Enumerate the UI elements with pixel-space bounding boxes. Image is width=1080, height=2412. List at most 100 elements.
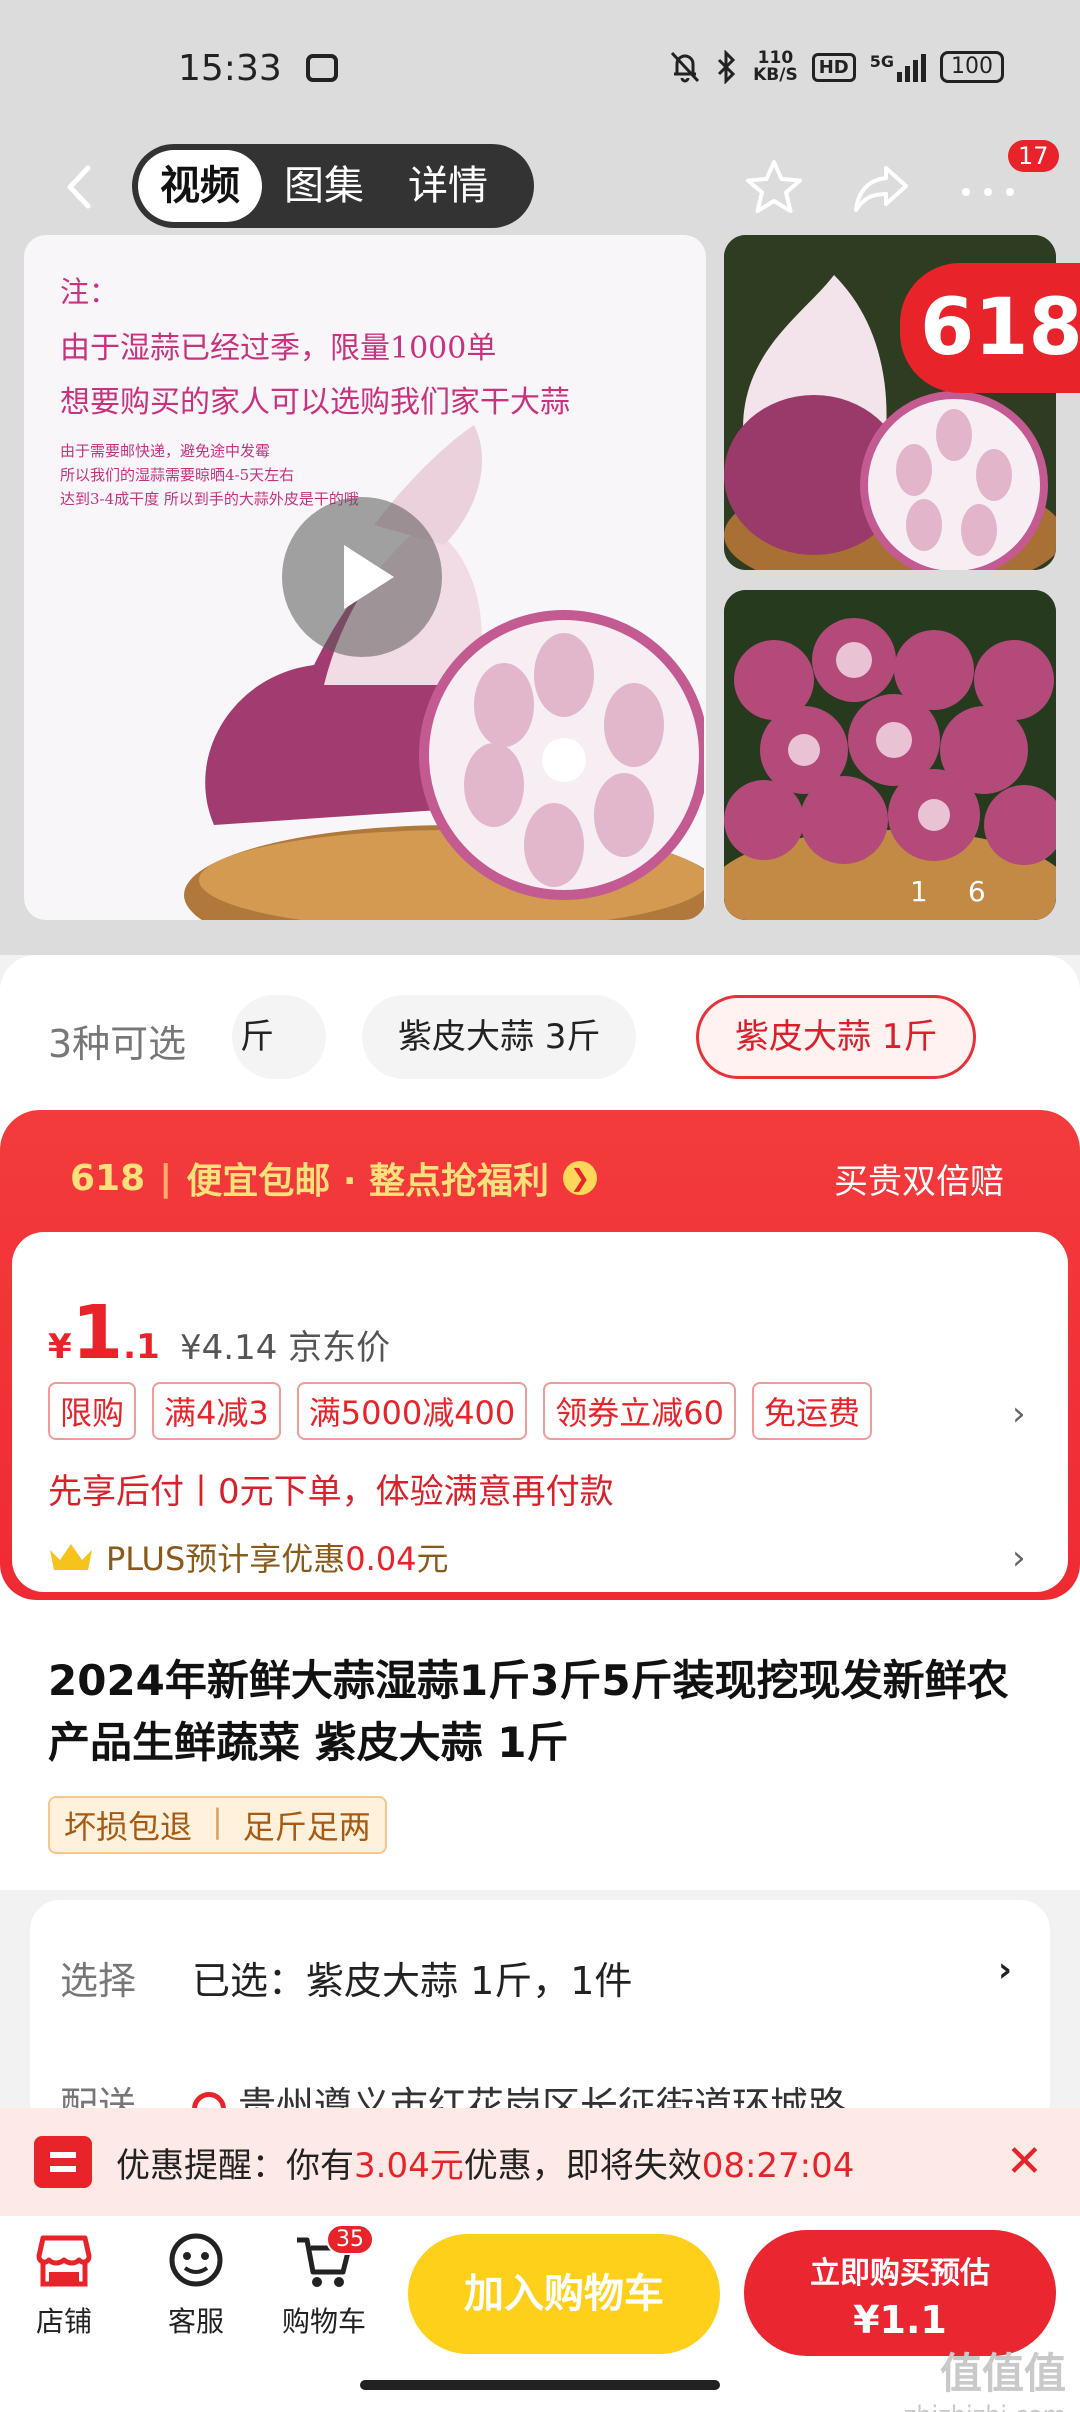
promo-section: 618 | 便宜包邮 · 整点抢福利 ❯ 买贵双倍赔 ¥1.1 ¥4.14 京东… — [0, 1110, 1080, 1620]
promo-event: 618 — [70, 1157, 146, 1199]
cart-count-badge: 35 — [326, 2224, 374, 2255]
currency-symbol: ¥ — [48, 1327, 72, 1367]
chevron-right-icon[interactable]: › — [1012, 1394, 1026, 1434]
store-button[interactable]: 店铺 — [4, 2230, 124, 2340]
bluetooth-icon — [718, 50, 736, 84]
price: ¥1.1 — [48, 1290, 160, 1376]
status-bar: 15:33 110 KB/S HD 5G 100 — [0, 0, 1080, 140]
pay-later-info[interactable]: 先享后付丨0元下单，体验满意再付款 — [48, 1464, 614, 1513]
customer-service-label: 客服 — [167, 2305, 224, 2338]
reminder-text: 优惠提醒：你有3.04元优惠，即将失效08:27:04 — [116, 2138, 854, 2187]
notice-line-1: 注： — [60, 275, 119, 309]
promo-tag: 免运费 — [752, 1382, 873, 1440]
image-counter: 1 6 — [910, 875, 986, 908]
buy-now-price: ¥1.1 — [853, 2298, 947, 2342]
plus-amount: 0.04 — [345, 1540, 417, 1578]
chevron-right-icon: ❯ — [563, 1161, 598, 1195]
select-value: 已选：紫皮大蒜 1斤，1件 — [192, 1959, 633, 2003]
reminder-middle: 优惠，即将失效 — [463, 2146, 702, 2186]
speed-unit: KB/S — [753, 65, 798, 85]
guarantee-divider: | — [212, 1802, 223, 1840]
price-guarantee[interactable]: 买贵双倍赔 — [834, 1154, 1004, 1203]
home-indicator[interactable] — [360, 2380, 720, 2390]
cart-label: 购物车 — [281, 2305, 366, 2338]
jd-price: ¥4.14 京东价 — [180, 1320, 390, 1369]
notice-line-3: 想要购买的家人可以选购我们家干大蒜 — [60, 385, 570, 420]
network-speed: 110 KB/S — [753, 50, 798, 84]
status-time: 15:33 — [178, 48, 282, 89]
tab-details[interactable]: 详情 — [386, 150, 510, 222]
garlic-image — [184, 425, 704, 920]
media-tabs: 视频 图集 详情 — [132, 144, 534, 228]
product-gallery: 注： 由于湿蒜已经过季，限量1000单 想要购买的家人可以选购我们家干大蒜 由于… — [0, 235, 1080, 955]
promo-headline-text: 便宜包邮 · 整点抢福利 — [186, 1161, 550, 1202]
top-nav: 视频 图集 详情 17 — [0, 140, 1080, 235]
promo-tag: 满5000减400 — [296, 1382, 528, 1440]
customer-service-icon — [169, 2233, 223, 2287]
back-icon[interactable] — [56, 162, 106, 212]
guarantee-full-weight: 足斤足两 — [242, 1808, 371, 1846]
main-video-thumbnail[interactable]: 注： 由于湿蒜已经过季，限量1000单 想要购买的家人可以选购我们家干大蒜 由于… — [24, 235, 706, 920]
price-integer: 1 — [71, 1290, 124, 1376]
coupon-icon — [34, 2136, 92, 2188]
garlic-thumb-2 — [724, 590, 1056, 920]
watermark-url: zhizhizhi.com — [904, 2401, 1066, 2412]
variant-option-5jin[interactable]: 斤 — [232, 995, 326, 1079]
favorite-star-icon[interactable] — [738, 152, 810, 224]
thumbnail-2[interactable] — [724, 590, 1056, 920]
promo-tag: 满4减3 — [152, 1382, 281, 1440]
message-count-badge: 17 — [1008, 140, 1059, 172]
tab-gallery[interactable]: 图集 — [262, 150, 386, 222]
promo-tag: 限购 — [48, 1382, 137, 1440]
variant-count-label: 3种可选 — [48, 1022, 187, 1066]
reminder-countdown: 08:27:04 — [701, 2146, 855, 2186]
variant-option-3jin[interactable]: 紫皮大蒜 3斤 — [362, 995, 637, 1079]
price-card: ¥1.1 ¥4.14 京东价 限购 满4减3 满5000减400 领券立减60 … — [12, 1232, 1068, 1592]
promo-tags[interactable]: 限购 满4减3 满5000减400 领券立减60 免运费 — [48, 1382, 873, 1440]
select-label: 选择 — [60, 1959, 137, 2003]
selection-card: 选择 已选：紫皮大蒜 1斤，1件 › 配送 贵州遵义市红花岗区长征街道环城路 — [30, 1900, 1050, 2130]
variant-option-1jin-selected[interactable]: 紫皮大蒜 1斤 — [696, 995, 977, 1079]
tv-icon — [306, 54, 338, 82]
add-to-cart-button[interactable]: 加入购物车 — [408, 2234, 720, 2354]
buy-now-label: 立即购买预估 — [810, 2256, 990, 2291]
product-info: 2024年新鲜大蒜湿蒜1斤3斤5斤装现挖现发新鲜农产品生鲜蔬菜 紫皮大蒜 1斤 … — [0, 1620, 1080, 1890]
product-title: 2024年新鲜大蒜湿蒜1斤3斤5斤装现挖现发新鲜农产品生鲜蔬菜 紫皮大蒜 1斤 — [48, 1656, 1009, 1767]
mute-bell-icon — [671, 51, 700, 83]
promo-banner: 618 | 便宜包邮 · 整点抢福利 ❯ 买贵双倍赔 ¥1.1 ¥4.14 京东… — [0, 1110, 1080, 1600]
reminder-amount: 3.04元 — [354, 2146, 464, 2186]
service-guarantees[interactable]: 坏损包退 | 足斤足两 — [48, 1796, 387, 1854]
image-index: 1 — [910, 875, 928, 908]
promo-divider: | — [159, 1157, 173, 1199]
notice-line-2: 由于湿蒜已经过季，限量1000单 — [60, 331, 497, 366]
plus-discount[interactable]: PLUS预计享优惠0.04元 — [48, 1534, 449, 1580]
plus-suffix: 元 — [416, 1540, 449, 1578]
watermark: 值值值 zhizhizhi.com — [904, 2340, 1066, 2412]
chevron-right-icon[interactable]: › — [1012, 1538, 1026, 1578]
chevron-right-icon[interactable]: › — [998, 1950, 1012, 1990]
reminder-prefix: 优惠提醒：你有 — [116, 2146, 354, 2186]
coupon-reminder[interactable]: 优惠提醒：你有3.04元优惠，即将失效08:27:04 ✕ — [0, 2108, 1080, 2216]
close-icon[interactable]: ✕ — [1006, 2136, 1043, 2187]
watermark-logo: 值值值 — [939, 2349, 1066, 2398]
network-type: 5G — [869, 52, 894, 71]
battery-icon: 100 — [940, 51, 1004, 83]
buy-now-button[interactable]: 立即购买预估 ¥1.1 — [744, 2230, 1056, 2356]
store-icon — [36, 2235, 92, 2287]
select-row[interactable]: 选择 已选：紫皮大蒜 1斤，1件 — [60, 1950, 632, 2005]
store-label: 店铺 — [35, 2305, 92, 2338]
jd-price-value: ¥4.14 — [180, 1328, 278, 1368]
image-total: 6 — [967, 875, 986, 908]
jd-price-label: 京东价 — [288, 1328, 391, 1368]
customer-service-button[interactable]: 客服 — [136, 2230, 256, 2340]
share-icon[interactable] — [846, 152, 918, 224]
plus-prefix: PLUS预计享优惠 — [106, 1540, 346, 1578]
variant-selector: 3种可选 斤 紫皮大蒜 3斤 紫皮大蒜 1斤 — [0, 955, 1080, 1110]
hd-badge: HD — [811, 52, 856, 82]
promo-headline[interactable]: 618 | 便宜包邮 · 整点抢福利 ❯ — [70, 1152, 598, 1204]
status-indicators: 110 KB/S HD 5G 100 — [669, 50, 1004, 84]
play-button[interactable] — [282, 497, 442, 657]
guarantee-damage-refund: 坏损包退 — [64, 1808, 193, 1846]
tab-video[interactable]: 视频 — [138, 150, 262, 222]
signal-icon: 5G — [870, 52, 926, 82]
